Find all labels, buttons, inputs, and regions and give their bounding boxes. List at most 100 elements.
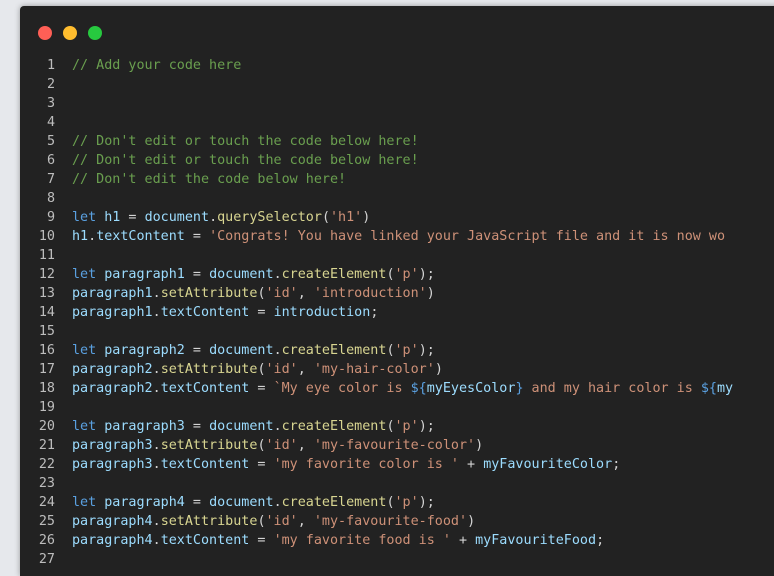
line-code: // Don't edit or touch the code below he… [72,151,419,170]
code-token: 'h1' [330,210,363,225]
line-code: paragraph4.setAttribute('id', 'my-favour… [72,512,475,531]
code-token: ( [257,514,266,529]
code-line[interactable]: 26 paragraph4.textContent = 'my favorite … [20,531,758,550]
code-line[interactable]: 15 [20,322,758,341]
code-line[interactable]: 6 // Don't edit or touch the code below h… [20,151,758,170]
code-token: = [184,229,210,244]
code-token: h1 [104,210,121,225]
code-editor[interactable]: 1// Add your code here 2 3 4 5// Don't edit … [20,56,758,576]
line-number: 22 [38,457,55,472]
code-token: ( [386,267,395,282]
code-token: ( [321,210,330,225]
code-token: . [152,457,161,472]
line-code: paragraph3.textContent = 'my favorite co… [72,455,620,474]
code-line[interactable]: 21 paragraph3.setAttribute('id', 'my-favo… [20,436,758,455]
line-number: 10 [38,229,55,244]
code-line[interactable]: 1 // Add your code here [20,56,758,75]
code-token: . [152,362,161,377]
line-number: 15 [38,324,55,339]
code-token: createElement [281,343,387,358]
line-code: paragraph3.setAttribute('id', 'my-favour… [72,436,483,455]
code-token: setAttribute [160,286,258,301]
code-token: = [249,381,274,396]
code-token: paragraph2 [104,343,185,358]
code-token: ( [386,495,395,510]
code-line[interactable]: 5 // Don't edit or touch the code below h… [20,132,758,151]
code-token: ( [386,419,395,434]
code-token: . [273,343,282,358]
code-line[interactable]: 8 [20,189,758,208]
code-token: createElement [281,267,387,282]
line-number: 4 [46,115,55,130]
code-token: 'my favorite food is ' [273,533,451,548]
code-token: , [297,362,314,377]
code-token: setAttribute [160,514,258,529]
line-number: 25 [38,514,55,529]
code-line[interactable]: 22 paragraph3.textContent = 'my favorite … [20,455,758,474]
line-code: // Add your code here [72,56,241,75]
code-line[interactable]: 3 [20,94,758,113]
code-token: = [249,457,274,472]
code-token: 'p' [394,495,419,510]
code-token: 'id' [265,362,298,377]
code-line[interactable]: 2 [20,75,758,94]
line-number: 11 [38,248,55,263]
line-code: paragraph1.textContent = introduction; [72,303,378,322]
code-token: let [72,210,105,225]
code-token: ); [418,419,435,434]
code-token: . [152,514,161,529]
code-line[interactable]: 17 paragraph2.setAttribute('id', 'my-hair… [20,360,758,379]
code-token: 'introduction' [313,286,427,301]
code-token: // Don't edit the code below here! [72,172,347,187]
code-token: let [72,495,105,510]
line-code: // Don't edit or touch the code below he… [72,132,419,151]
code-token: . [273,267,282,282]
code-token: ( [257,286,266,301]
code-line[interactable]: 4 [20,113,758,132]
code-token: + [450,533,476,548]
maximize-window-button[interactable] [88,26,102,40]
code-token: + [459,457,484,472]
code-line[interactable]: 18 paragraph2.textContent = `My eye color… [20,379,758,398]
line-number: 23 [38,476,55,491]
code-line[interactable]: 23 [20,474,758,493]
code-token: ) [467,514,476,529]
code-line[interactable]: 25 paragraph4.setAttribute('id', 'my-favo… [20,512,758,531]
code-line[interactable]: 27 [20,550,758,569]
code-token: 'id' [265,286,298,301]
code-token: paragraph4 [72,533,153,548]
code-token: ; [596,533,605,548]
line-code: paragraph2.setAttribute('id', 'my-hair-c… [72,360,443,379]
line-code: h1.textContent = 'Congrats! You have lin… [72,227,725,246]
code-line[interactable]: 10 h1.textContent = 'Congrats! You have l… [20,227,758,246]
line-number: 19 [38,400,55,415]
line-number: 1 [46,58,55,73]
code-line[interactable]: 7 // Don't edit the code below here! [20,170,758,189]
line-number: 12 [38,267,55,282]
code-token: my [717,381,734,396]
code-token: paragraph1 [72,305,153,320]
minimize-window-button[interactable] [63,26,77,40]
window-titlebar [20,6,774,50]
code-token: textContent [160,381,250,396]
code-token: 'p' [394,267,419,282]
code-token: 'my-favourite-color' [313,438,476,453]
line-number: 26 [38,533,55,548]
code-line[interactable]: 20 let paragraph3 = document.createElemen… [20,417,758,436]
close-window-button[interactable] [38,26,52,40]
code-line[interactable]: 13 paragraph1.setAttribute('id', 'introdu… [20,284,758,303]
code-token: ( [386,343,395,358]
code-line[interactable]: 14 paragraph1.textContent = introduction; [20,303,758,322]
code-token: textContent [160,305,250,320]
code-token: 'id' [265,514,298,529]
code-line[interactable]: 11 [20,246,758,265]
code-line[interactable]: 16 let paragraph2 = document.createElemen… [20,341,758,360]
line-number: 21 [38,438,55,453]
code-line[interactable]: 12 let paragraph1 = document.createElemen… [20,265,758,284]
code-token: } [515,381,524,396]
code-window: 1// Add your code here 2 3 4 5// Don't edit … [20,6,774,576]
code-line[interactable]: 24 let paragraph4 = document.createElemen… [20,493,758,512]
code-line[interactable]: 9 let h1 = document.querySelector('h1') [20,208,758,227]
code-token: ) [426,286,435,301]
code-line[interactable]: 19 [20,398,758,417]
